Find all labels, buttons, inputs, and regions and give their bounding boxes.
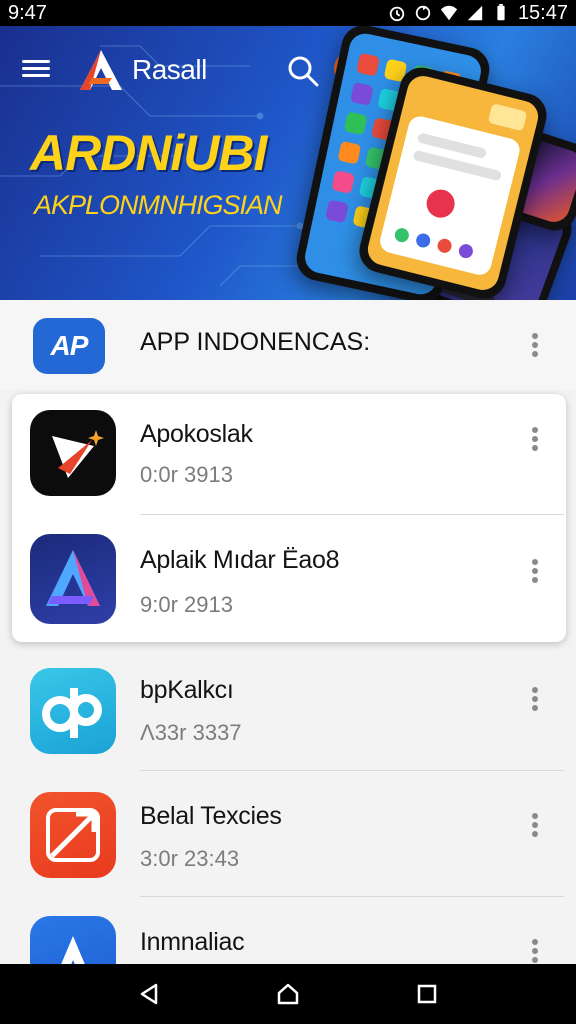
app-meta: 3:0r 23:43 [140, 846, 240, 871]
more-vertical-icon[interactable] [528, 556, 542, 586]
home-icon [277, 983, 299, 1005]
back-button[interactable] [129, 974, 169, 1014]
system-nav-bar [0, 964, 576, 1024]
app-meta: 0:0r 3913 [140, 462, 233, 487]
more-vertical-icon[interactable] [528, 936, 542, 964]
app-name: bpKalkcı [140, 676, 234, 704]
app-icon [30, 668, 116, 754]
list-item[interactable]: Inmnaliac [0, 908, 576, 964]
divider [140, 770, 564, 771]
list-header-logo: AP [33, 318, 105, 374]
app-name: Belal Texcies [140, 802, 282, 830]
app-meta: 9:0r 2913 [140, 592, 233, 617]
more-vertical-icon[interactable] [528, 424, 542, 454]
app-name: Inmnaliac [140, 928, 245, 956]
triangle-a-icon [46, 550, 100, 606]
app-icon [30, 534, 116, 624]
brand-name: Rasall [132, 54, 207, 85]
brand: Rasall [78, 48, 207, 92]
brand-logo-icon [80, 50, 122, 90]
hero-banner: Rasall ARDNiUBI AKPLONMNHIGSIAN [0, 26, 576, 300]
app-name: Aplaik Mıdar Ëao8 [140, 546, 340, 574]
list-header[interactable]: AP APP INDONENCAS: [0, 300, 576, 390]
app-icon [30, 410, 116, 496]
a-letter-icon [61, 936, 85, 964]
wifi-icon [440, 5, 458, 21]
hero-subtitle: AKPLONMNHIGSIAN [34, 190, 283, 220]
battery-icon [497, 4, 505, 21]
dp-letters-icon [42, 688, 102, 738]
back-triangle-icon [141, 983, 158, 1005]
list-item[interactable]: Aplaik Mıdar Ëao8 9:0r 2913 [0, 522, 576, 650]
paper-plane-icon [52, 430, 104, 478]
divider [140, 896, 564, 897]
list-item[interactable]: Apokoslak 0:0r 3913 [0, 394, 576, 522]
list-item[interactable]: Belal Texcies 3:0r 23:43 [0, 780, 576, 908]
rocket-icon [46, 808, 100, 862]
hamburger-icon-bar [22, 60, 50, 63]
hamburger-icon-bar [22, 67, 50, 70]
more-vertical-icon[interactable] [528, 810, 542, 840]
menu-button[interactable] [22, 56, 50, 82]
list-header-title: APP INDONENCAS: [140, 328, 371, 356]
hamburger-icon-bar [22, 74, 50, 77]
more-vertical-icon[interactable] [528, 684, 542, 714]
signal-icon [467, 5, 483, 21]
status-icons: 15:47 [388, 2, 568, 25]
list-item[interactable]: bpKalkcı Λ33r 3337 [0, 652, 576, 780]
app-list: AP APP INDONENCAS: Apokoslak 0:0r 3913 A… [0, 300, 576, 964]
app-icon [30, 916, 116, 964]
search-icon[interactable] [286, 54, 320, 88]
app-name: Apokoslak [140, 420, 253, 448]
recents-button[interactable] [407, 974, 447, 1014]
app-icon [30, 792, 116, 878]
status-bar: 9:47 15:47 [0, 0, 576, 26]
home-button[interactable] [268, 974, 308, 1014]
status-time-right: 15:47 [517, 1, 568, 24]
list-header-logo-text: AP [50, 330, 89, 361]
status-time-left: 9:47 [8, 1, 47, 24]
more-vertical-icon[interactable] [528, 330, 542, 360]
alarm-icon [389, 6, 405, 22]
recents-square-icon [417, 984, 436, 1004]
hero-title: ARDNiUBI [30, 125, 267, 181]
sync-icon [415, 5, 431, 21]
divider [140, 514, 564, 515]
app-meta: Λ33r 3337 [140, 720, 242, 745]
